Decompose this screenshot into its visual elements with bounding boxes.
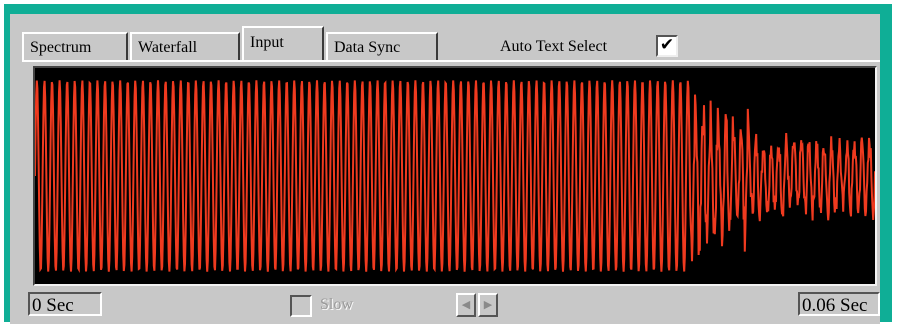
status-bar: 0 Sec Slow ◀ ▶ 0.06 Sec	[28, 290, 884, 318]
end-time-readout: 0.06 Sec	[798, 292, 880, 316]
input-waveform-display	[33, 66, 877, 286]
tab-spectrum-label: Spectrum	[30, 39, 92, 56]
tab-bar: Spectrum Waterfall Input Data Sync	[22, 24, 882, 64]
checkmark-icon: ✔	[659, 35, 675, 55]
tab-waterfall[interactable]: Waterfall	[130, 32, 240, 60]
tab-data-sync-label: Data Sync	[334, 39, 401, 56]
waveform-plot	[35, 68, 875, 284]
tab-waterfall-label: Waterfall	[138, 39, 198, 56]
scroll-left-button[interactable]: ◀	[456, 293, 476, 317]
arrow-right-icon: ▶	[483, 298, 493, 311]
slow-checkbox[interactable]	[290, 295, 312, 317]
tab-spectrum[interactable]: Spectrum	[22, 32, 128, 60]
slow-label: Slow	[320, 296, 353, 313]
tab-data-sync[interactable]: Data Sync	[326, 32, 438, 60]
tab-input[interactable]: Input	[242, 26, 324, 60]
auto-text-select-checkbox[interactable]: ✔	[656, 35, 678, 57]
auto-text-select-label: Auto Text Select	[500, 38, 608, 55]
tab-input-label: Input	[250, 34, 284, 51]
arrow-left-icon: ◀	[461, 298, 471, 311]
scroll-right-button[interactable]: ▶	[478, 293, 498, 317]
start-time-readout: 0 Sec	[28, 292, 102, 316]
